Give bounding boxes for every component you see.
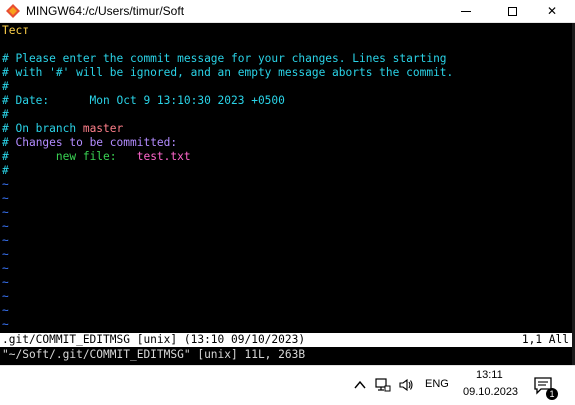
- vim-command-line[interactable]: "~/Soft/.git/COMMIT_EDITMSG" [unix] 11L,…: [2, 348, 305, 362]
- editor-line-text: # Please enter the commit message for yo…: [2, 52, 447, 65]
- status-position: 1,1 All: [521, 333, 569, 346]
- editor-line-highlight: Changes to be committed:: [15, 136, 178, 149]
- empty-line-tilde: ~: [2, 234, 9, 247]
- empty-line-tilde: ~: [2, 276, 9, 289]
- editor-line: # Date: Mon Oct 9 13:10:30 2023 +0500: [2, 94, 285, 108]
- editor-line-text: #: [2, 150, 56, 163]
- editor-line: Тест: [2, 24, 29, 38]
- volume-icon[interactable]: [398, 377, 414, 393]
- notification-count-badge: 1: [546, 388, 558, 400]
- empty-line-tilde: ~: [2, 192, 9, 205]
- minimize-button[interactable]: [443, 0, 489, 22]
- close-icon: ✕: [546, 4, 558, 18]
- minimize-icon: [461, 10, 471, 12]
- empty-line-tilde: ~: [2, 304, 9, 317]
- editor-line-text: # Date: Mon Oct 9 13:10:30 2023 +0500: [2, 94, 285, 107]
- editor-line: #: [2, 108, 9, 122]
- empty-line-tilde: ~: [2, 262, 9, 275]
- vim-status-line: .git/COMMIT_EDITMSG [unix] (13:10 09/10/…: [0, 333, 575, 347]
- editor-line-text: Тест: [2, 24, 29, 37]
- editor-line-text: # On branch: [2, 122, 83, 135]
- empty-line-tilde: ~: [2, 178, 9, 191]
- network-icon[interactable]: [375, 377, 391, 393]
- editor-line-text: #: [2, 136, 16, 149]
- window-title: MINGW64:/c/Users/timur/Soft: [26, 4, 185, 18]
- empty-line-tilde: ~: [2, 220, 9, 233]
- editor-line: # On branch master: [2, 122, 123, 136]
- taskbar: ENG 13:11 09.10.2023 1: [0, 365, 575, 405]
- empty-line-tilde: ~: [2, 290, 9, 303]
- terminal-area[interactable]: Тест # Please enter the commit message fo…: [0, 23, 575, 365]
- editor-line: #: [2, 80, 9, 94]
- chevron-up-icon[interactable]: [352, 377, 368, 393]
- editor-line: # Changes to be committed:: [2, 136, 177, 150]
- editor-line: # Please enter the commit message for yo…: [2, 52, 447, 66]
- editor-line-filename: test.txt: [116, 150, 191, 163]
- editor-line-text: #: [2, 108, 9, 121]
- status-filename: .git/COMMIT_EDITMSG [unix] (13:10 09/10/…: [2, 333, 306, 346]
- editor-line-highlight: new file:: [55, 150, 117, 163]
- clock-time[interactable]: 13:11: [476, 369, 503, 381]
- editor-line: # with '#' will be ignored, and an empty…: [2, 66, 453, 80]
- maximize-icon: [507, 6, 517, 16]
- editor-line-highlight: master: [82, 122, 124, 135]
- editor-line-text: #: [2, 164, 9, 177]
- empty-line-tilde: ~: [2, 318, 9, 331]
- editor-line-text: #: [2, 80, 9, 93]
- empty-line-tilde: ~: [2, 248, 9, 261]
- clock-date[interactable]: 09.10.2023: [463, 386, 518, 398]
- empty-line-tilde: ~: [2, 206, 9, 219]
- editor-line-text: # with '#' will be ignored, and an empty…: [2, 66, 454, 79]
- language-indicator[interactable]: ENG: [425, 378, 449, 390]
- editor-line: #: [2, 164, 9, 178]
- editor-line: # new file: test.txt: [2, 150, 191, 164]
- git-bash-icon: [6, 4, 20, 18]
- close-button[interactable]: ✕: [529, 0, 575, 22]
- window-titlebar[interactable]: MINGW64:/c/Users/timur/Soft ✕: [0, 0, 575, 23]
